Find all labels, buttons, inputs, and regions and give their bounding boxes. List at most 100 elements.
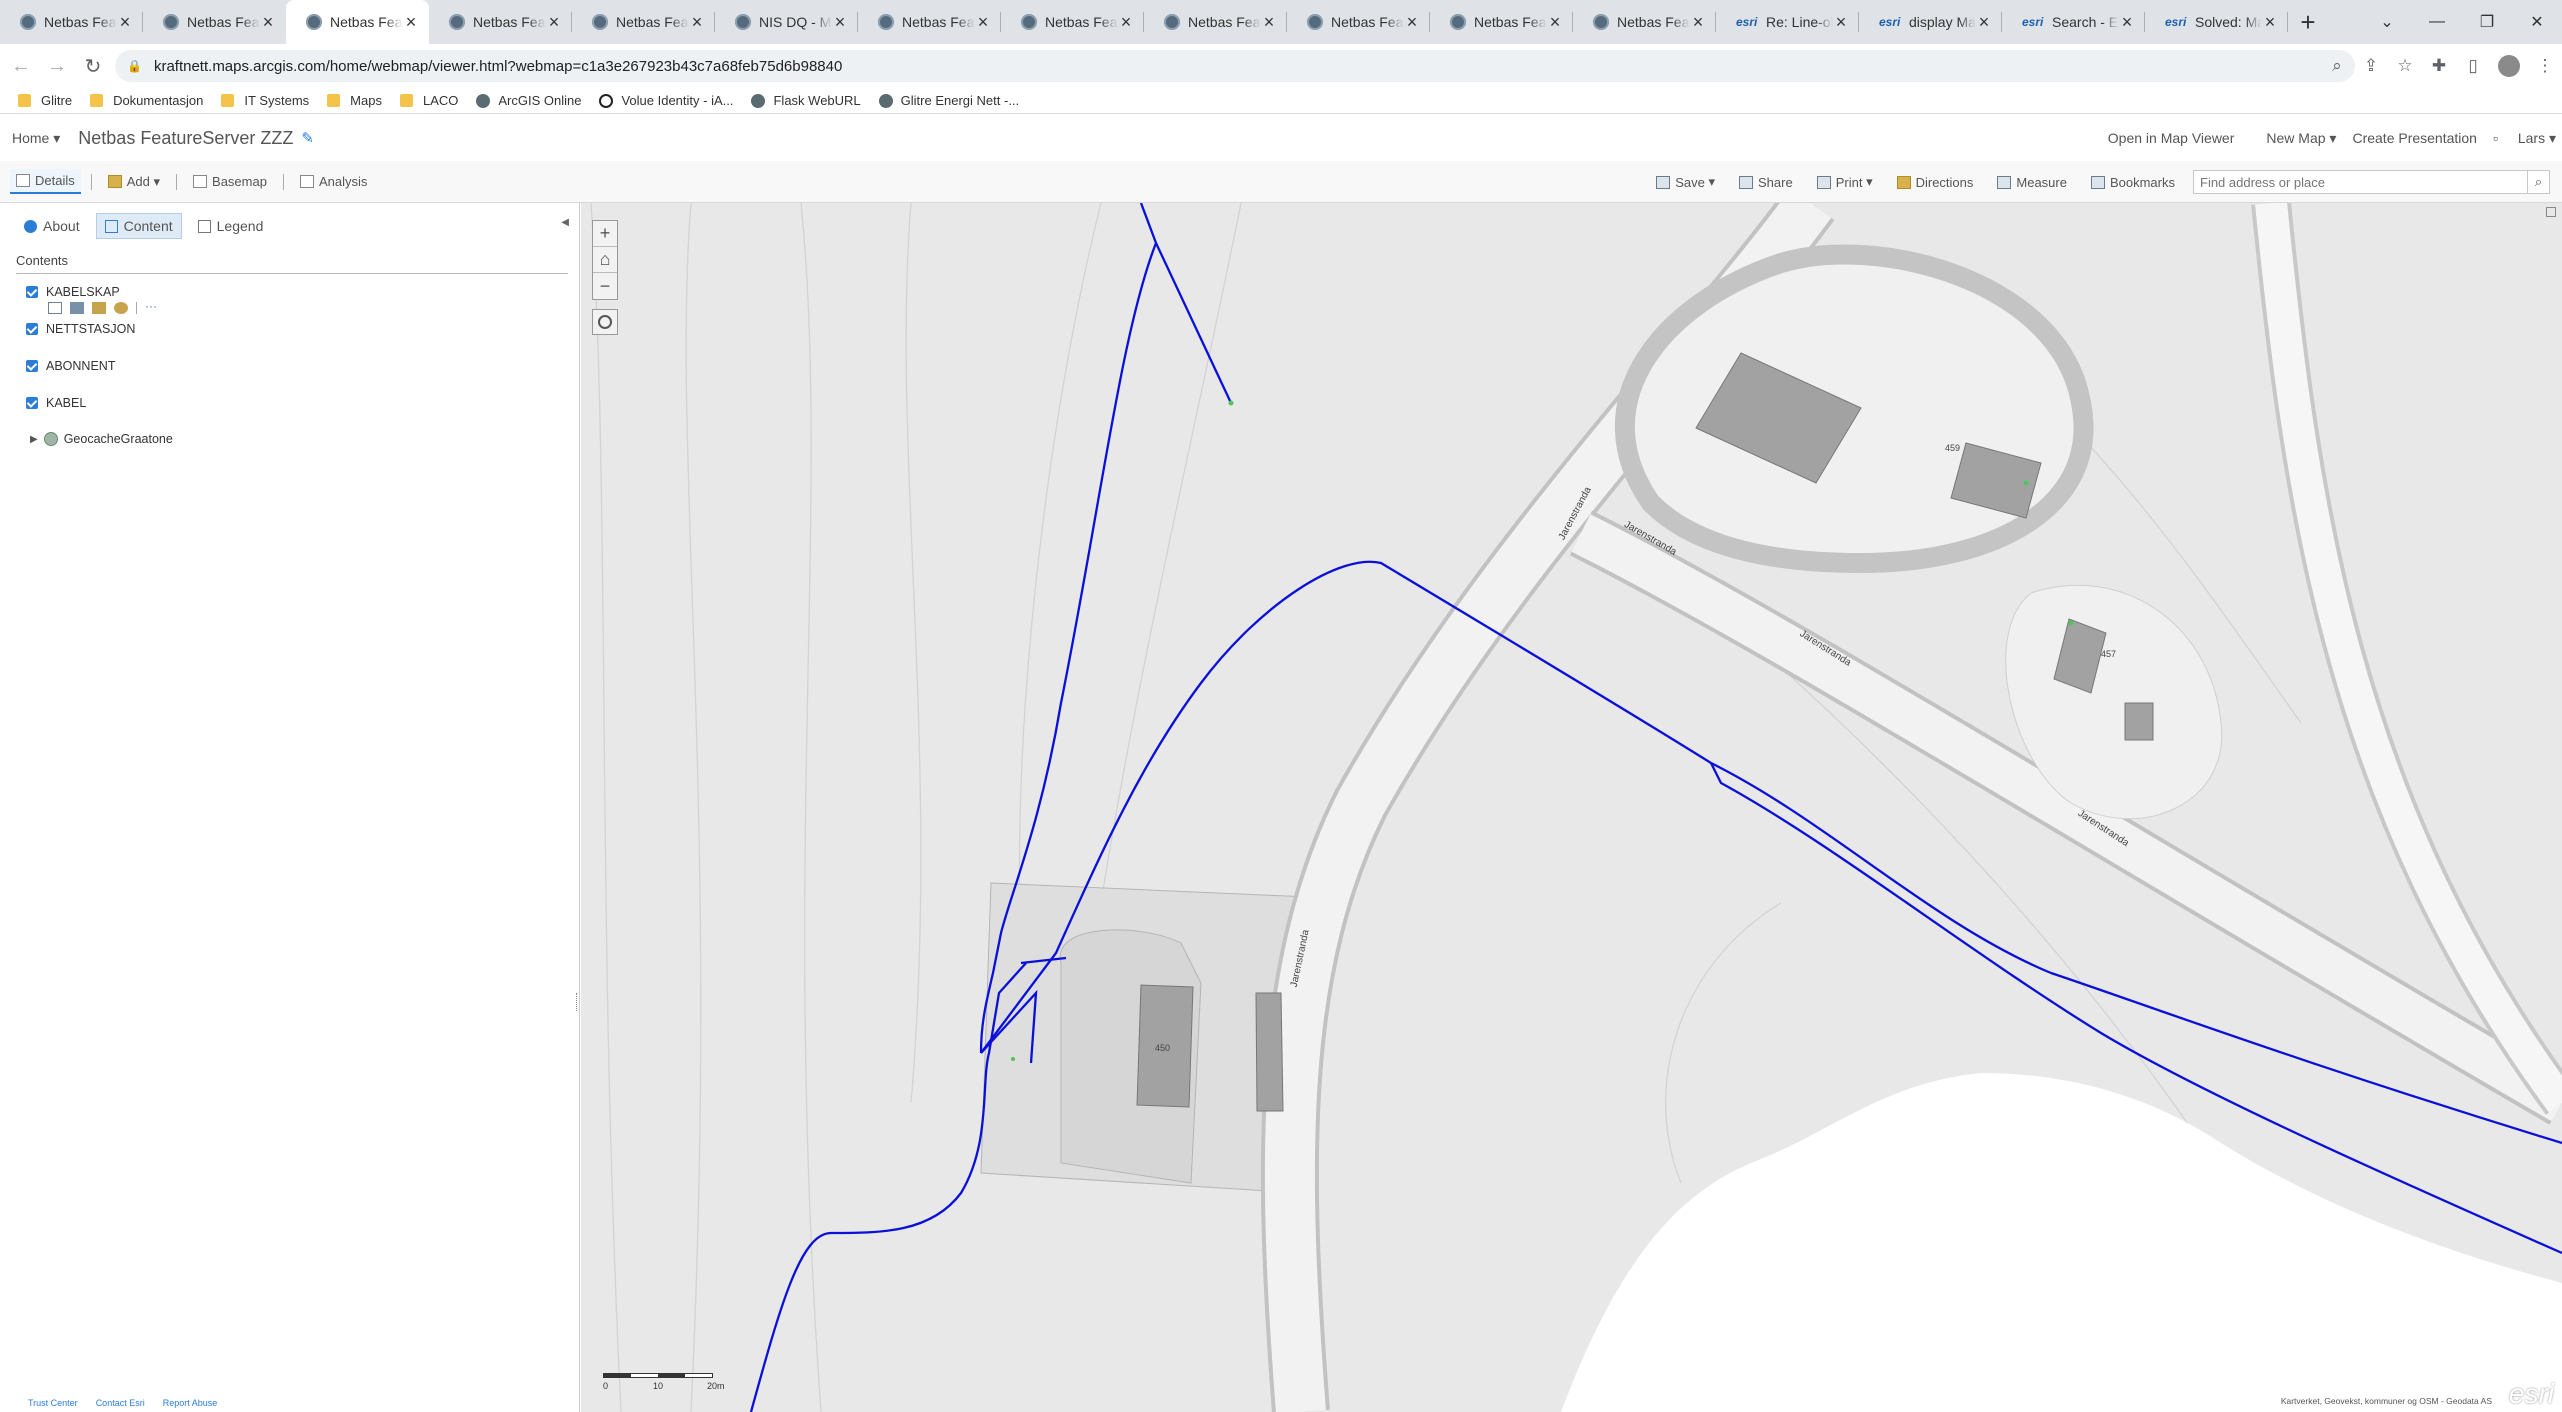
- browser-tab[interactable]: Netbas FeatureServer×: [572, 0, 715, 44]
- menu-kebab-icon[interactable]: ⋮: [2528, 56, 2562, 76]
- details-button[interactable]: Details: [10, 169, 81, 194]
- close-tab-icon[interactable]: ×: [1261, 12, 1277, 33]
- browser-tab[interactable]: esri display Mapviewer×: [1859, 0, 2002, 44]
- close-window-button[interactable]: ✕: [2512, 0, 2562, 44]
- trust-center-link[interactable]: Trust Center: [28, 1398, 78, 1408]
- close-tab-icon[interactable]: ×: [1976, 12, 1992, 33]
- browser-tab[interactable]: esri Solved: Map Viewer×: [2145, 0, 2288, 44]
- sidebar-icon[interactable]: ▯: [2456, 56, 2490, 76]
- browser-tab[interactable]: Netbas FeatureServer×: [429, 0, 572, 44]
- abonnent-point[interactable]: [1011, 1057, 1015, 1061]
- bookmarks-button[interactable]: Bookmarks: [2085, 171, 2181, 194]
- address-search-input[interactable]: [2193, 170, 2528, 194]
- abonnent-point[interactable]: [2068, 620, 2074, 626]
- bookmark-item[interactable]: Glitre: [18, 93, 72, 108]
- collapse-panel-icon[interactable]: ◀: [561, 217, 569, 228]
- tab-about[interactable]: About: [16, 214, 88, 238]
- close-tab-icon[interactable]: ×: [1833, 12, 1849, 33]
- star-icon[interactable]: ☆: [2388, 56, 2422, 76]
- bookmark-item[interactable]: IT Systems: [221, 93, 309, 108]
- browser-tab[interactable]: esri Re: Line-objects×: [1716, 0, 1859, 44]
- map-view[interactable]: Jarenstranda Jarenstranda Jarenstranda J…: [581, 203, 2562, 1412]
- close-tab-icon[interactable]: ×: [1404, 12, 1420, 33]
- new-tab-button[interactable]: +: [2288, 0, 2328, 44]
- share-button[interactable]: Share: [1733, 171, 1799, 194]
- browser-tab[interactable]: Netbas FeatureServer×: [1001, 0, 1144, 44]
- panel-resize-handle[interactable]: [576, 993, 579, 1011]
- layer-item-basemap[interactable]: ▶ GeocacheGraatone: [30, 432, 173, 446]
- table-icon[interactable]: [70, 302, 84, 314]
- back-button[interactable]: ←: [6, 51, 36, 81]
- filter-icon[interactable]: [92, 302, 106, 314]
- directions-button[interactable]: Directions: [1891, 171, 1980, 194]
- search-icon[interactable]: ⌕: [2528, 170, 2550, 194]
- close-tab-icon[interactable]: ×: [689, 12, 705, 33]
- add-button[interactable]: Add ▾: [102, 170, 166, 194]
- bookmark-item[interactable]: ArcGIS Online: [476, 93, 581, 108]
- layer-checkbox[interactable]: [26, 323, 38, 335]
- close-tab-icon[interactable]: ×: [260, 12, 276, 33]
- legend-toggle-icon[interactable]: [48, 302, 62, 314]
- browser-tab[interactable]: Netbas FeatureServer×: [143, 0, 286, 44]
- minimize-button[interactable]: —: [2412, 0, 2462, 44]
- tab-search-chevron-icon[interactable]: ⌄: [2362, 0, 2412, 44]
- layer-item-kabel[interactable]: KABEL: [26, 396, 86, 410]
- layer-item-kabelskap[interactable]: KABELSKAP: [26, 285, 120, 299]
- close-tab-icon[interactable]: ×: [403, 12, 419, 33]
- browser-tab[interactable]: Netbas FeatureServer×: [858, 0, 1001, 44]
- analysis-layer-icon[interactable]: [114, 302, 128, 314]
- zoom-icon[interactable]: ⌕: [2320, 56, 2354, 76]
- browser-tab[interactable]: Netbas FeatureServer×: [1430, 0, 1573, 44]
- more-options-icon[interactable]: ···: [145, 300, 159, 314]
- create-presentation-link[interactable]: Create Presentation: [2352, 130, 2477, 146]
- tab-legend[interactable]: Legend: [190, 214, 272, 238]
- browser-tab[interactable]: Netbas FeatureServer×: [286, 0, 429, 44]
- save-button[interactable]: Save ▾: [1650, 170, 1721, 194]
- fullscreen-icon[interactable]: [2546, 207, 2556, 217]
- share-icon[interactable]: ⇪: [2354, 56, 2388, 76]
- home-extent-icon[interactable]: ⌂: [593, 247, 617, 273]
- close-tab-icon[interactable]: ×: [2262, 12, 2278, 33]
- browser-tab[interactable]: Netbas FeatureServer×: [1144, 0, 1287, 44]
- layer-checkbox[interactable]: [26, 397, 38, 409]
- layer-item-abonnent[interactable]: ABONNENT: [26, 359, 115, 373]
- report-abuse-link[interactable]: Report Abuse: [163, 1398, 218, 1408]
- close-tab-icon[interactable]: ×: [546, 12, 562, 33]
- close-tab-icon[interactable]: ×: [1547, 12, 1563, 33]
- expand-chevron-icon[interactable]: ▶: [30, 434, 38, 445]
- user-menu[interactable]: ▫ Lars ▾: [2493, 130, 2556, 147]
- browser-tab[interactable]: NIS DQ - Map×: [715, 0, 858, 44]
- kabelskap-point[interactable]: [1228, 400, 1234, 406]
- restore-button[interactable]: ❐: [2462, 0, 2512, 44]
- layer-item-nettstasjon[interactable]: NETTSTASJON: [26, 322, 135, 336]
- close-tab-icon[interactable]: ×: [1690, 12, 1706, 33]
- zoom-out-button[interactable]: −: [593, 273, 617, 299]
- browser-tab[interactable]: esri Search - Esri Community×: [2002, 0, 2145, 44]
- browser-tab[interactable]: Netbas FeatureServer×: [1287, 0, 1430, 44]
- bookmark-item[interactable]: LACO: [399, 93, 458, 108]
- close-tab-icon[interactable]: ×: [975, 12, 991, 33]
- browser-tab[interactable]: Netbas FeatureServer×: [1573, 0, 1716, 44]
- measure-button[interactable]: Measure: [1991, 171, 2073, 194]
- print-button[interactable]: Print ▾: [1811, 170, 1879, 194]
- close-tab-icon[interactable]: ×: [1118, 12, 1134, 33]
- open-in-map-viewer-link[interactable]: Open in Map Viewer: [2108, 130, 2235, 146]
- home-menu[interactable]: Home ▾: [12, 130, 60, 147]
- close-tab-icon[interactable]: ×: [832, 12, 848, 33]
- bookmark-item[interactable]: Flask WebURL: [751, 93, 861, 108]
- profile-avatar[interactable]: [2498, 55, 2520, 77]
- bookmark-item[interactable]: Maps: [327, 93, 382, 108]
- bookmark-item[interactable]: Volue Identity - iA...: [599, 93, 733, 108]
- close-tab-icon[interactable]: ×: [2119, 12, 2135, 33]
- abonnent-point[interactable]: [2023, 480, 2029, 486]
- forward-button[interactable]: →: [42, 51, 72, 81]
- reload-button[interactable]: ↻: [78, 51, 108, 81]
- bookmark-item[interactable]: Dokumentasjon: [90, 93, 203, 108]
- new-map-menu[interactable]: New Map ▾: [2250, 130, 2336, 147]
- contact-esri-link[interactable]: Contact Esri: [96, 1398, 145, 1408]
- bookmark-item[interactable]: Glitre Energi Nett -...: [878, 93, 1019, 108]
- zoom-in-button[interactable]: +: [593, 221, 617, 247]
- layer-checkbox[interactable]: [26, 360, 38, 372]
- url-field[interactable]: 🔒 kraftnett.maps.arcgis.com/home/webmap/…: [115, 50, 2355, 82]
- extensions-icon[interactable]: ✚: [2422, 56, 2456, 76]
